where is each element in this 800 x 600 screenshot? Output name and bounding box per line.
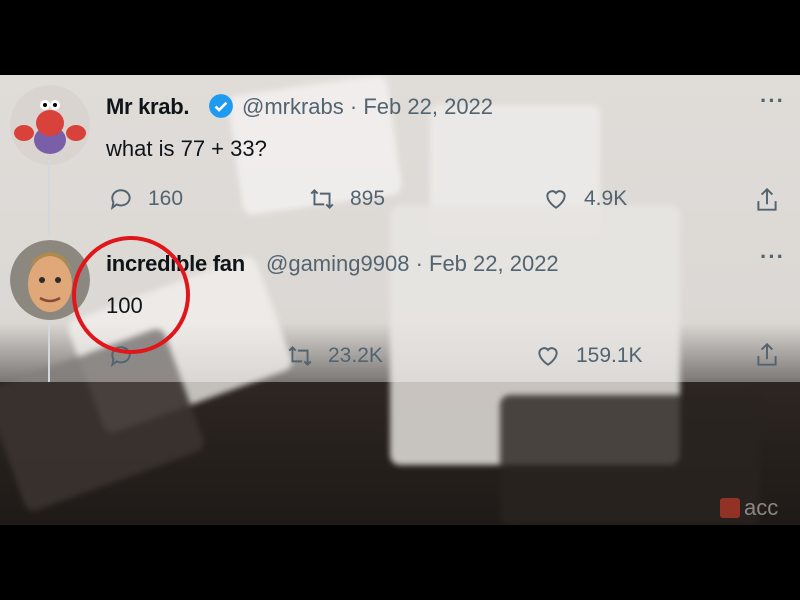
- share-icon: [757, 342, 777, 366]
- letterbox-bottom: [0, 525, 800, 600]
- thread-line: [48, 160, 50, 235]
- avatar-mr-krabs[interactable]: [10, 85, 90, 165]
- tweet-handle[interactable]: @mrkrabs · Feb 22, 2022: [242, 94, 493, 120]
- share-button[interactable]: [754, 186, 794, 214]
- tweet-date[interactable]: · Feb 22, 2022: [416, 251, 559, 276]
- retweet-button[interactable]: 895: [308, 186, 385, 212]
- like-icon: [546, 190, 566, 209]
- retweet-button[interactable]: 23.2K: [286, 343, 383, 369]
- more-icon[interactable]: ···: [760, 88, 785, 114]
- handle-text[interactable]: @gaming9908: [266, 251, 409, 276]
- reply-button[interactable]: 160: [108, 186, 183, 212]
- reply-icon: [110, 189, 131, 210]
- retweet-icon: [288, 346, 312, 366]
- thread-line: [48, 320, 50, 382]
- more-icon[interactable]: ···: [760, 244, 785, 270]
- like-button[interactable]: 159.1K: [534, 343, 643, 369]
- reply-count: 160: [148, 187, 184, 210]
- watermark: acc: [720, 495, 778, 521]
- verified-icon: [208, 93, 234, 124]
- watermark-text: acc: [744, 495, 779, 520]
- retweet-count: 23.2K: [328, 344, 383, 367]
- tweet-date[interactable]: · Feb 22, 2022: [350, 94, 493, 119]
- handle-text[interactable]: @mrkrabs: [242, 94, 344, 119]
- share-icon: [757, 187, 777, 211]
- tweet-handle[interactable]: @gaming9908 · Feb 22, 2022: [266, 251, 559, 277]
- letterbox-top: [0, 0, 800, 75]
- tweet-text: what is 77 + 33?: [106, 136, 267, 161]
- like-button[interactable]: 4.9K: [542, 186, 627, 212]
- retweet-count: 895: [350, 187, 386, 210]
- like-count: 4.9K: [584, 187, 628, 210]
- retweet-icon: [310, 189, 334, 209]
- tweet-author-name[interactable]: Mr krab.: [106, 94, 189, 120]
- share-button[interactable]: [754, 341, 794, 369]
- like-icon: [538, 347, 558, 366]
- like-count: 159.1K: [576, 344, 643, 367]
- watermark-logo: [720, 498, 740, 518]
